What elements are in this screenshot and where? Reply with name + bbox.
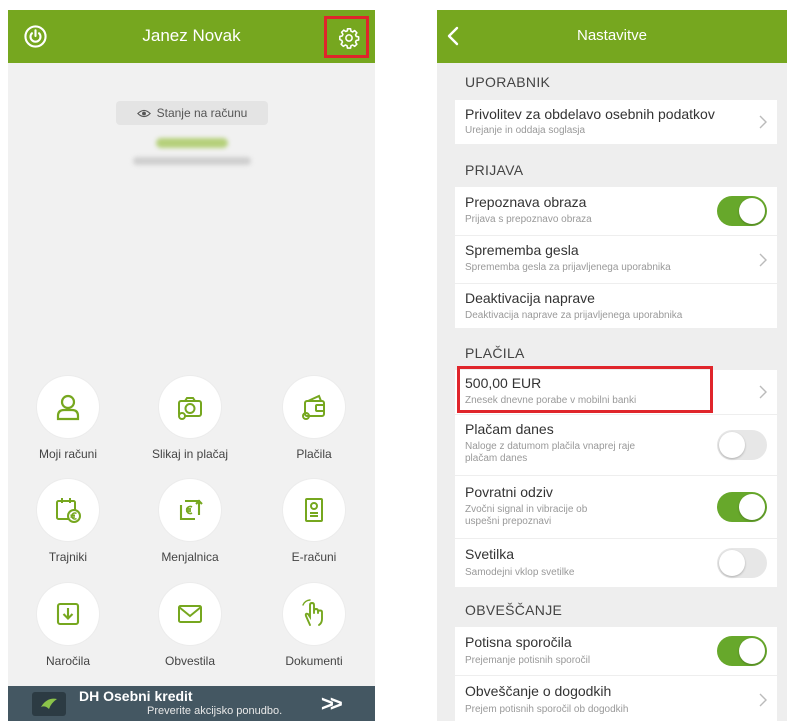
exchange-icon [179, 499, 203, 521]
settings-button[interactable] [324, 16, 369, 58]
section-obvescanje: OBVEŠČANJE [465, 602, 563, 618]
row-prepoznava-obraza: Prepoznava obraza Prijava s prepoznavo o… [455, 187, 777, 235]
tile-placila[interactable]: Plačila [254, 376, 374, 461]
gear-icon [339, 28, 360, 49]
section-prijava: PRIJAVA [465, 162, 524, 178]
promo-subtitle: Preverite akcijsko ponudbo. [147, 705, 283, 717]
calendar-euro-icon [56, 498, 81, 523]
hand-pointer-icon [302, 599, 323, 626]
dh-logo [32, 692, 66, 716]
promo-title: DH Osebni kredit [79, 688, 193, 704]
user-icon [56, 394, 80, 421]
envelope-icon [178, 605, 202, 623]
page-title: Nastavitve [576, 27, 648, 44]
balance-toggle[interactable]: Stanje na računu [116, 101, 268, 125]
chevron-right-icon [759, 385, 767, 399]
tile-moji-racuni[interactable]: Moji računi [8, 376, 128, 461]
toggle-povratni-odziv[interactable] [717, 492, 767, 522]
tile-slikaj-in-placaj[interactable]: Slikaj in plačaj [130, 376, 250, 461]
tile-trajniki[interactable]: Trajniki [8, 479, 128, 564]
toggle-placam-danes[interactable] [717, 430, 767, 460]
chevron-right-icon [759, 693, 767, 707]
balance-available [133, 157, 251, 165]
promo-banner[interactable]: DH Osebni kredit Preverite akcijsko ponu… [8, 686, 375, 721]
leaf-logo-icon [41, 698, 57, 709]
row-deaktivacija-naprave[interactable]: Deaktivacija naprave Deaktivacija naprav… [455, 284, 777, 328]
chevron-right-icon [759, 115, 767, 129]
settings-screen: Nastavitve UPORABNIK Privolitev za obdel… [437, 10, 787, 721]
tile-dokumenti[interactable]: Dokumenti [254, 583, 374, 668]
row-privolitev[interactable]: Privolitev za obdelavo osebnih podatkov … [455, 100, 777, 144]
tile-e-racuni[interactable]: E-računi [254, 479, 374, 564]
wallet-icon [302, 394, 325, 420]
section-uporabnik: UPORABNIK [465, 74, 551, 90]
toggle-prepoznava-obraza[interactable] [717, 196, 767, 226]
settings-header: Nastavitve [437, 10, 787, 63]
highlight-box [457, 366, 713, 413]
row-svetilka: Svetilka Samodejni vklop svetilke [455, 539, 777, 587]
balance-label: Stanje na računu [156, 106, 248, 120]
toggle-potisna-sporocila[interactable] [717, 636, 767, 666]
toggle-svetilka[interactable] [717, 548, 767, 578]
double-chevron-icon[interactable]: >> [321, 691, 343, 717]
balance-value [156, 138, 228, 148]
eye-icon [136, 109, 151, 117]
tile-narocila[interactable]: Naročila [8, 583, 128, 668]
home-header: Janez Novak [8, 10, 375, 63]
row-placam-danes: Plačam danes Naloge z datumom plačila vn… [455, 415, 777, 475]
row-potisna-sporocila: Potisna sporočila Prejemanje potisnih sp… [455, 627, 777, 675]
home-screen: Janez Novak Stanje na računu Moji računi… [8, 10, 375, 721]
row-povratni-odziv: Povratni odziv Zvočni signal in vibracij… [455, 476, 777, 538]
tile-menjalnica[interactable]: Menjalnica [130, 479, 250, 564]
e-invoice-icon [305, 498, 323, 522]
chevron-right-icon [759, 253, 767, 267]
tile-obvestila[interactable]: Obvestila [130, 583, 250, 668]
row-sprememba-gesla[interactable]: Sprememba gesla Sprememba gesla za prija… [455, 236, 777, 283]
section-placila: PLAČILA [465, 345, 525, 361]
download-icon [56, 602, 80, 626]
user-name: Janez Novak [142, 26, 241, 45]
camera-icon [178, 397, 202, 420]
row-obvescanje-dogodki[interactable]: Obveščanje o dogodkih Prejem potisnih sp… [455, 676, 777, 721]
